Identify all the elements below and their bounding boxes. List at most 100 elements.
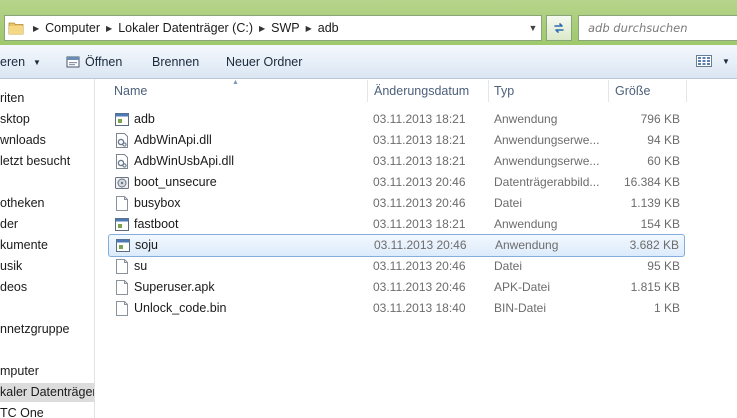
column-header-size[interactable]: Größe — [615, 79, 650, 103]
nav-item-desktop[interactable]: sktop — [0, 110, 30, 129]
file-icon — [115, 301, 129, 316]
open-button[interactable]: Öffnen — [66, 52, 122, 72]
file-icon — [115, 280, 129, 295]
file-row[interactable]: busybox 03.11.2013 20:46 Datei 1.139 KB — [108, 193, 685, 214]
nav-item-htc-one[interactable]: TC One — [0, 404, 44, 418]
file-row[interactable]: boot_unsecure 03.11.2013 20:46 Datenträg… — [108, 172, 685, 193]
file-row-selected[interactable]: soju 03.11.2013 20:46 Anwendung 3.682 KB — [108, 234, 685, 257]
refresh-button[interactable] — [546, 15, 572, 41]
search-input[interactable] — [588, 21, 728, 35]
nav-item-favorites[interactable]: riten — [0, 89, 24, 108]
nav-item-downloads[interactable]: wnloads — [0, 131, 46, 150]
file-date: 03.11.2013 18:40 — [373, 301, 466, 315]
chevron-right-icon[interactable]: ▶ — [300, 24, 318, 33]
file-date: 03.11.2013 20:46 — [373, 280, 466, 294]
file-type: Anwendung — [494, 112, 558, 126]
nav-item-recent-places[interactable]: letzt besucht — [0, 152, 70, 171]
address-bar-strip: ▶ Computer ▶ Lokaler Datenträger (C:) ▶ … — [0, 0, 737, 45]
file-name[interactable]: boot_unsecure — [134, 172, 217, 193]
file-size: 796 KB — [640, 112, 680, 126]
file-type: Anwendungserwe... — [494, 154, 600, 168]
file-size: 94 KB — [647, 133, 680, 147]
file-type: Datenträgerabbild... — [494, 175, 600, 189]
nav-item-libraries[interactable]: otheken — [0, 194, 44, 213]
file-date: 03.11.2013 20:46 — [374, 238, 467, 252]
breadcrumb-adb[interactable]: ▶ adb — [300, 16, 339, 40]
file-name[interactable]: adb — [134, 109, 155, 130]
file-date: 03.11.2013 18:21 — [373, 112, 466, 126]
chevron-down-icon[interactable]: ▼ — [529, 23, 538, 33]
nav-item-pictures[interactable]: der — [0, 215, 18, 234]
file-size: 1 KB — [653, 301, 680, 315]
chevron-right-icon[interactable]: ▶ — [27, 24, 45, 33]
file-name[interactable]: soju — [135, 235, 158, 256]
dll-icon — [115, 133, 129, 148]
breadcrumb-local-disk[interactable]: ▶ Lokaler Datenträger (C:) — [100, 16, 253, 40]
breadcrumb-computer[interactable]: ▶ Computer — [27, 16, 100, 40]
file-name[interactable]: Unlock_code.bin — [134, 298, 226, 319]
nav-item-local-disk[interactable]: kaler Datenträger — [0, 383, 94, 402]
app-icon — [115, 112, 129, 127]
column-divider[interactable] — [367, 80, 368, 102]
file-type: Anwendung — [494, 217, 558, 231]
address-history-dropdown[interactable]: ▼ — [524, 15, 542, 41]
address-bar[interactable]: ▶ Computer ▶ Lokaler Datenträger (C:) ▶ … — [4, 15, 542, 41]
column-divider[interactable] — [608, 80, 609, 102]
file-row[interactable]: fastboot 03.11.2013 18:21 Anwendung 154 … — [108, 214, 685, 235]
file-row[interactable]: Unlock_code.bin 03.11.2013 18:40 BIN-Dat… — [108, 298, 685, 319]
view-grid-icon — [696, 55, 712, 67]
file-size: 1.815 KB — [630, 280, 680, 294]
file-name[interactable]: AdbWinUsbApi.dll — [134, 151, 234, 172]
file-size: 16.384 KB — [623, 175, 680, 189]
file-row[interactable]: su 03.11.2013 20:46 Datei 95 KB — [108, 256, 685, 277]
nav-item-documents[interactable]: kumente — [0, 236, 48, 255]
file-row[interactable]: AdbWinApi.dll 03.11.2013 18:21 Anwendung… — [108, 130, 685, 151]
file-icon — [115, 259, 129, 274]
file-date: 03.11.2013 20:46 — [373, 259, 466, 273]
file-date: 03.11.2013 18:21 — [373, 133, 466, 147]
open-icon — [66, 56, 80, 68]
file-row[interactable]: adb 03.11.2013 18:21 Anwendung 796 KB — [108, 109, 685, 130]
burn-button[interactable]: Brennen — [152, 52, 199, 72]
column-divider[interactable] — [686, 80, 687, 102]
file-name[interactable]: Superuser.apk — [134, 277, 215, 298]
app-icon — [116, 238, 130, 253]
column-divider[interactable] — [488, 80, 489, 102]
search-box[interactable] — [578, 15, 737, 41]
nav-item-computer[interactable]: mputer — [0, 362, 39, 381]
column-header-type[interactable]: Typ — [494, 79, 514, 103]
new-folder-button[interactable]: Neuer Ordner — [226, 52, 302, 72]
file-size: 3.682 KB — [629, 238, 679, 252]
file-row[interactable]: Superuser.apk 03.11.2013 20:46 APK-Datei… — [108, 277, 685, 298]
file-name[interactable]: busybox — [134, 193, 181, 214]
file-type: Anwendung — [495, 238, 559, 252]
chevron-down-icon[interactable]: ▼ — [722, 57, 730, 66]
chevron-right-icon[interactable]: ▶ — [100, 24, 118, 33]
nav-item-videos[interactable]: deos — [0, 278, 27, 297]
file-size: 60 KB — [647, 154, 680, 168]
sort-ascending-icon: ▲ — [232, 79, 239, 86]
file-name[interactable]: su — [134, 256, 147, 277]
column-header-date[interactable]: Änderungsdatum — [374, 79, 469, 103]
file-icon — [115, 196, 129, 211]
nav-item-music[interactable]: usik — [0, 257, 22, 276]
app-icon — [115, 217, 129, 232]
dll-icon — [115, 154, 129, 169]
breadcrumb-swp[interactable]: ▶ SWP — [253, 16, 300, 40]
command-bar: eren ▼ Öffnen Brennen Neuer Ordner ▼ — [0, 45, 737, 79]
file-row[interactable]: AdbWinUsbApi.dll 03.11.2013 18:21 Anwend… — [108, 151, 685, 172]
chevron-right-icon[interactable]: ▶ — [253, 24, 271, 33]
file-name[interactable]: AdbWinApi.dll — [134, 130, 212, 151]
file-type: BIN-Datei — [494, 301, 547, 315]
file-date: 03.11.2013 20:46 — [373, 196, 466, 210]
disc-image-icon — [115, 175, 129, 190]
column-header-name[interactable]: Name — [114, 79, 147, 103]
view-options-button[interactable]: ▼ — [696, 55, 730, 67]
file-type: Datei — [494, 196, 523, 210]
file-type: Anwendungserwe... — [494, 133, 600, 147]
file-size: 1.139 KB — [630, 196, 680, 210]
nav-item-homegroup[interactable]: nnetzgruppe — [0, 320, 70, 339]
organize-button[interactable]: eren ▼ — [0, 52, 41, 72]
file-name[interactable]: fastboot — [134, 214, 178, 235]
file-type: Datei — [494, 259, 523, 273]
